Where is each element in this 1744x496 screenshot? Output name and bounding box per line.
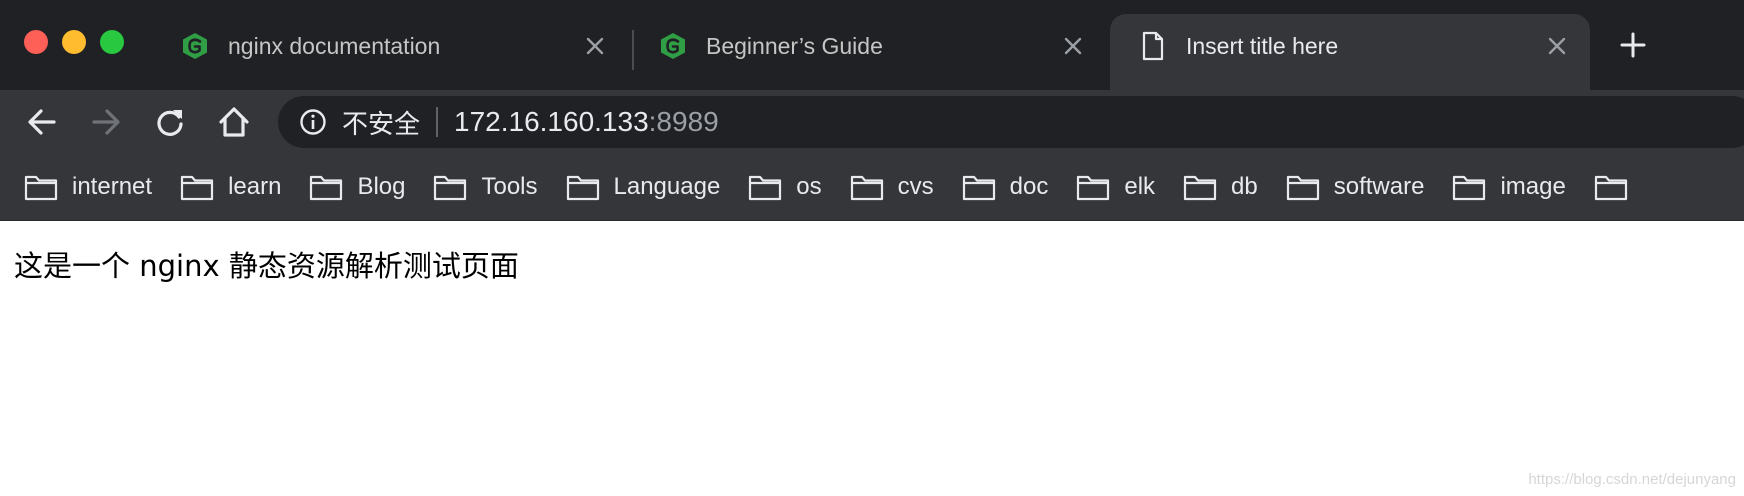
folder-icon bbox=[1076, 173, 1110, 201]
folder-icon bbox=[1286, 173, 1320, 201]
bookmark-label: learn bbox=[228, 173, 282, 200]
forward-button[interactable] bbox=[86, 102, 126, 142]
bookmark-folder-language[interactable]: Language bbox=[566, 173, 721, 201]
close-tab-icon[interactable] bbox=[582, 33, 608, 59]
bookmark-label: cvs bbox=[897, 173, 934, 200]
arrow-left-icon bbox=[28, 109, 56, 135]
bookmarks-bar: internet learn Blog Tools Language os cv… bbox=[0, 154, 1744, 221]
home-button[interactable] bbox=[214, 102, 254, 142]
blank-page-icon bbox=[1138, 31, 1168, 61]
back-button[interactable] bbox=[22, 102, 62, 142]
address-bar[interactable]: 不安全 172.16.160.133:8989 bbox=[278, 96, 1744, 148]
close-tab-icon[interactable] bbox=[1060, 33, 1086, 59]
bookmark-folder-elk[interactable]: elk bbox=[1076, 173, 1155, 201]
folder-icon bbox=[309, 173, 343, 201]
tab-title: Insert title here bbox=[1186, 32, 1339, 59]
tab-separator bbox=[632, 30, 634, 70]
tab-strip: nginx documentation Beginner’s Guide Ins… bbox=[0, 0, 1744, 90]
bookmark-label: image bbox=[1500, 173, 1566, 200]
url-host[interactable]: 172.16.160.133 bbox=[454, 106, 649, 138]
folder-icon bbox=[748, 173, 782, 201]
tab-title: nginx documentation bbox=[228, 32, 441, 59]
info-icon[interactable] bbox=[298, 107, 328, 137]
folder-icon bbox=[1183, 173, 1217, 201]
browser-chrome: nginx documentation Beginner’s Guide Ins… bbox=[0, 0, 1744, 221]
bookmark-folder-software[interactable]: software bbox=[1286, 173, 1425, 201]
bookmark-label: internet bbox=[72, 173, 153, 200]
tab-beginners-guide[interactable]: Beginner’s Guide bbox=[658, 14, 1094, 90]
home-icon bbox=[219, 107, 249, 137]
bookmark-folder-os[interactable]: os bbox=[748, 173, 822, 201]
folder-icon bbox=[24, 173, 58, 201]
bookmark-folder-cvs[interactable]: cvs bbox=[850, 173, 934, 201]
folder-icon bbox=[566, 173, 600, 201]
zoom-window-button[interactable] bbox=[100, 30, 124, 54]
url-port[interactable]: :8989 bbox=[649, 106, 719, 138]
bookmark-folder-internet[interactable]: internet bbox=[24, 173, 152, 201]
bookmark-label: Tools bbox=[481, 173, 538, 200]
nginx-logo-icon bbox=[658, 31, 688, 61]
reload-button[interactable] bbox=[150, 102, 190, 142]
bookmark-folder-blog[interactable]: Blog bbox=[309, 173, 405, 201]
security-status-label[interactable]: 不安全 bbox=[342, 104, 420, 141]
folder-icon bbox=[180, 173, 214, 201]
bookmark-label: doc bbox=[1009, 173, 1049, 200]
folder-icon bbox=[962, 173, 996, 201]
nginx-logo-icon bbox=[180, 31, 210, 61]
bookmark-folder-doc[interactable]: doc bbox=[962, 173, 1049, 201]
bookmark-folder-image[interactable]: image bbox=[1452, 173, 1566, 201]
plus-icon bbox=[1620, 32, 1646, 58]
bookmark-label: software bbox=[1333, 173, 1425, 200]
bookmark-folder-db[interactable]: db bbox=[1183, 173, 1258, 201]
tab-nginx-documentation[interactable]: nginx documentation bbox=[180, 14, 616, 90]
tab-title: Beginner’s Guide bbox=[706, 32, 883, 59]
bookmark-folder-learn[interactable]: learn bbox=[180, 173, 281, 201]
folder-icon bbox=[1452, 173, 1486, 201]
address-divider bbox=[436, 107, 439, 137]
minimize-window-button[interactable] bbox=[62, 30, 86, 54]
window-controls bbox=[24, 30, 124, 54]
bookmark-label: elk bbox=[1124, 173, 1156, 200]
folder-icon bbox=[1594, 173, 1628, 201]
bookmark-label: Language bbox=[613, 173, 721, 200]
folder-icon bbox=[433, 173, 467, 201]
arrow-right-icon bbox=[92, 109, 120, 135]
page-body-text: 这是一个 nginx 静态资源解析测试页面 bbox=[14, 249, 519, 283]
page-content: 这是一个 nginx 静态资源解析测试页面 bbox=[0, 221, 1744, 307]
bookmark-folder-tools[interactable]: Tools bbox=[433, 173, 538, 201]
new-tab-button[interactable] bbox=[1618, 30, 1648, 60]
tab-insert-title-here[interactable]: Insert title here bbox=[1110, 14, 1590, 90]
watermark: https://blog.csdn.net/dejunyang bbox=[1528, 471, 1736, 488]
close-window-button[interactable] bbox=[24, 30, 48, 54]
bookmark-label: db bbox=[1231, 173, 1258, 200]
close-tab-icon[interactable] bbox=[1544, 33, 1570, 59]
folder-icon bbox=[850, 173, 884, 201]
bookmark-folder-overflow[interactable] bbox=[1594, 173, 1642, 201]
toolbar: 不安全 172.16.160.133:8989 bbox=[0, 90, 1744, 154]
reload-icon bbox=[157, 110, 183, 136]
bookmark-label: Blog bbox=[357, 173, 406, 200]
bookmark-label: os bbox=[796, 173, 822, 200]
